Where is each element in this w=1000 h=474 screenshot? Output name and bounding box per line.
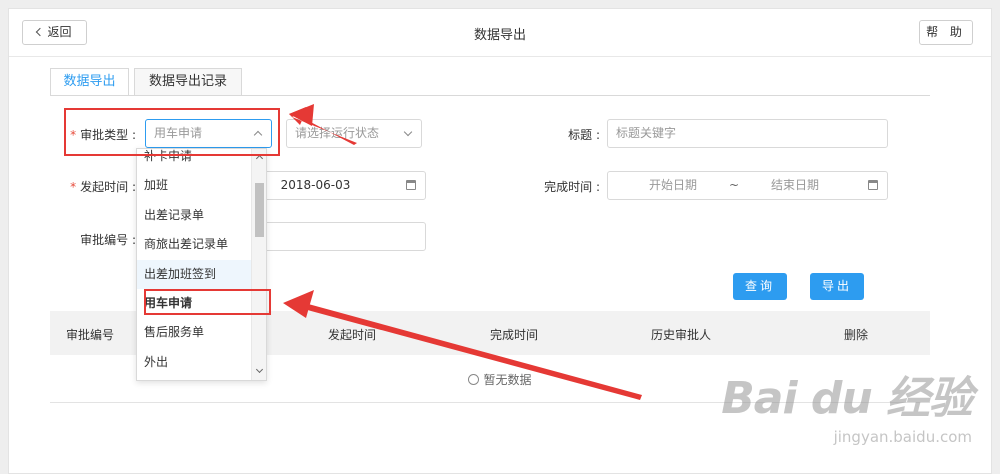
start-time-value: 2018-06-03 (280, 178, 351, 192)
export-button[interactable]: 导出 (810, 273, 864, 300)
chevron-up-icon[interactable] (255, 154, 264, 163)
column-header: 完成时间 (490, 328, 539, 342)
query-button[interactable]: 查询 (733, 273, 787, 300)
chevron-down-icon[interactable] (255, 365, 264, 374)
status-select[interactable]: 请选择运行状态 (286, 119, 422, 148)
tab-export-records[interactable]: 数据导出记录 (134, 68, 242, 96)
column-header: 删除 (844, 328, 869, 342)
range-separator: ~ (729, 178, 740, 192)
start-time-label-text: 发起时间 : (80, 180, 136, 194)
dropdown-option-hovered[interactable]: 出差加班签到 (137, 260, 251, 289)
top-bar: 返回 数据导出 帮 助 (9, 9, 991, 57)
column-header: 审批编号 (66, 328, 115, 342)
title-input[interactable]: 标题关键字 (607, 119, 888, 148)
dropdown-option[interactable]: 售后服务单 (137, 318, 251, 347)
help-button[interactable]: 帮 助 (919, 20, 973, 45)
title-label: 标题 : (568, 128, 600, 142)
finish-end-placeholder: 结束日期 (771, 178, 820, 192)
sad-face-icon (468, 374, 480, 385)
scrollbar-thumb[interactable] (255, 183, 264, 237)
column-header: 历史审批人 (651, 328, 712, 342)
tab-divider (50, 95, 930, 96)
annotation-box (144, 289, 271, 315)
start-time-label: * 发起时间 : (70, 178, 136, 195)
empty-text: 暂无数据 (483, 373, 532, 387)
dropdown-option[interactable]: 加班 (137, 171, 251, 200)
status-placeholder: 请选择运行状态 (295, 126, 380, 140)
finish-start-placeholder: 开始日期 (649, 178, 698, 192)
finish-time-label: 完成时间 : (544, 180, 600, 194)
annotation-box (64, 108, 280, 156)
dropdown-option[interactable]: 商旅出差记录单 (137, 230, 251, 259)
watermark-text: Bai du 经验 (721, 373, 973, 424)
watermark-url: jingyan.baidu.com (833, 428, 972, 446)
baidu-watermark-logo: Bai du 经验 jingyan.baidu.com (721, 362, 973, 446)
calendar-icon (868, 180, 878, 190)
chevron-down-icon (403, 127, 413, 137)
column-header: 发起时间 (328, 328, 377, 342)
required-mark: * (70, 180, 77, 194)
page-title: 数据导出 (473, 28, 526, 43)
approval-no-label: 审批编号 : (80, 233, 136, 247)
finish-time-range[interactable]: 开始日期 ~ 结束日期 (607, 171, 888, 200)
dropdown-option[interactable]: 外出 (137, 348, 251, 377)
dropdown-option[interactable]: 出差记录单 (137, 201, 251, 230)
title-placeholder: 标题关键字 (616, 126, 677, 140)
dropdown-scrollbar[interactable] (251, 149, 266, 380)
approval-type-dropdown: 补卡申请 加班 出差记录单 商旅出差记录单 出差加班签到 用车申请 售后服务单 … (136, 148, 267, 381)
tab-data-export[interactable]: 数据导出 (50, 68, 129, 96)
calendar-icon (406, 180, 416, 190)
